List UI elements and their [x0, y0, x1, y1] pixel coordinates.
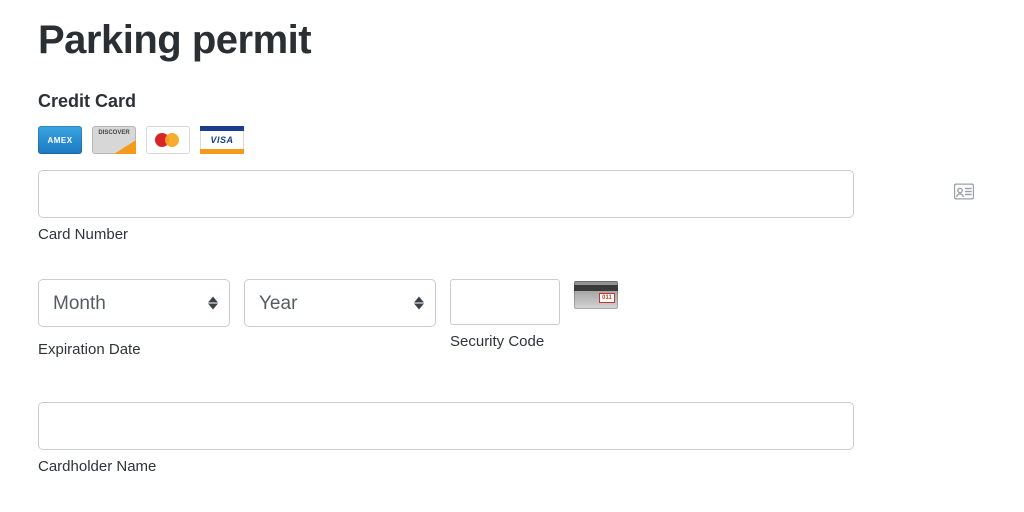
mastercard-icon — [146, 126, 190, 154]
expiry-month-select[interactable]: Month — [38, 279, 230, 327]
card-id-icon — [954, 184, 974, 205]
visa-icon: VISA — [200, 126, 244, 154]
page-title: Parking permit — [38, 18, 986, 63]
cardholder-name-input[interactable] — [38, 402, 854, 450]
card-number-input[interactable] — [38, 170, 854, 218]
security-code-label: Security Code — [450, 333, 618, 350]
chevron-updown-icon — [414, 297, 424, 310]
cardholder-name-label: Cardholder Name — [38, 458, 986, 475]
security-code-input[interactable] — [450, 279, 560, 325]
card-number-label: Card Number — [38, 226, 986, 243]
security-code-hint-icon: 011 — [574, 281, 618, 309]
discover-icon: DISCOVER — [92, 126, 136, 154]
amex-icon: AMEX — [38, 126, 82, 154]
expiration-date-label: Expiration Date — [38, 341, 436, 358]
credit-card-section-label: Credit Card — [38, 91, 986, 112]
chevron-updown-icon — [208, 297, 218, 310]
expiry-year-select[interactable]: Year — [244, 279, 436, 327]
card-brand-logos: AMEX DISCOVER VISA — [38, 126, 986, 154]
